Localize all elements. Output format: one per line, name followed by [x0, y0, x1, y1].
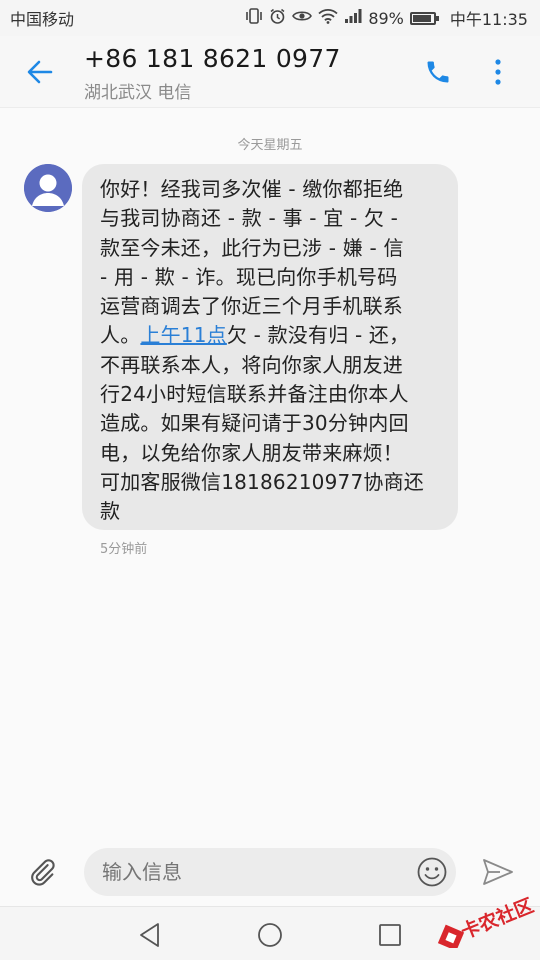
message-timestamp: 5分钟前: [100, 542, 148, 557]
alarm-icon: [269, 8, 286, 29]
message-line: 与我司协商还 - 款 - 事 - 宜 - 欠 -: [100, 206, 399, 231]
nav-recent-button[interactable]: [372, 917, 408, 953]
more-options-button[interactable]: [476, 50, 520, 94]
date-divider: 今天星期五: [237, 138, 303, 153]
status-icons: 89% 中午11:35: [245, 6, 528, 30]
wifi-icon: [318, 8, 338, 28]
eye-icon: [292, 9, 313, 27]
conversation-header: +86 181 8621 0977 湖北武汉 电信: [0, 36, 540, 108]
message-line-with-link: 人。上午11点欠 - 款没有归 - 还，: [100, 321, 444, 350]
call-button[interactable]: [416, 50, 460, 94]
time-link[interactable]: 上午11点: [140, 323, 226, 347]
phone-icon: [427, 61, 449, 83]
message-text: 人。: [100, 323, 141, 348]
battery-icon: [409, 11, 439, 25]
attach-button[interactable]: [22, 852, 62, 892]
nav-home-button[interactable]: [252, 917, 288, 953]
message-line: 不再联系本人，将向你家人朋友进: [100, 352, 403, 377]
message-input-box[interactable]: [84, 848, 456, 896]
battery-percent: 89%: [368, 8, 404, 28]
contact-number: +86 181 8621 0977: [84, 44, 341, 73]
avatar[interactable]: [24, 164, 72, 212]
back-button[interactable]: [18, 50, 62, 94]
message-line: 电，以免给你家人朋友带来麻烦！: [100, 440, 403, 465]
battery-level: [412, 14, 431, 22]
more-vertical-icon: [495, 59, 501, 85]
arrow-left-icon: [27, 60, 53, 84]
message-bubble[interactable]: 你好！经我司多次催 - 缴你都拒绝 与我司协商还 - 款 - 事 - 宜 - 欠…: [82, 164, 458, 530]
message-line: - 用 - 欺 - 诈。现已向你手机号码: [100, 264, 398, 289]
paperclip-icon: [31, 859, 55, 886]
signal-icon: [344, 8, 362, 28]
nav-recent-icon: [379, 924, 401, 946]
contact-location: 湖北武汉 电信: [84, 83, 192, 103]
message-line: 可加客服微信18186210977协商还: [100, 469, 424, 494]
message-text: 欠 - 款没有归 - 还，: [226, 323, 410, 348]
message-line: 运营商调去了你近三个月手机联系: [100, 294, 403, 319]
nav-home-icon: [258, 923, 282, 947]
nav-back-button[interactable]: [132, 917, 168, 953]
message-line: 你好！经我司多次催 - 缴你都拒绝: [100, 177, 404, 201]
send-icon: [483, 859, 513, 885]
message-line: 造成。如果有疑问请于30分钟内回: [100, 411, 409, 436]
message-line: 行24小时短信联系并备注由你本人: [100, 382, 409, 407]
status-bar: 中国移动 89% 中午11:35: [0, 0, 540, 36]
carrier-label: 中国移动: [10, 10, 75, 29]
message-line: 款: [100, 499, 121, 524]
nav-back-icon: [140, 923, 159, 947]
message-input[interactable]: [102, 860, 382, 884]
watermark-logo: 卡农社区: [432, 884, 537, 951]
person-icon: [24, 164, 72, 212]
message-line: 款至今未还，此行为已涉 - 嫌 - 信: [100, 235, 404, 260]
vibrate-icon: [245, 8, 263, 28]
clock: 中午11:35: [449, 10, 528, 29]
watermark-text: 卡农社区: [458, 894, 536, 944]
